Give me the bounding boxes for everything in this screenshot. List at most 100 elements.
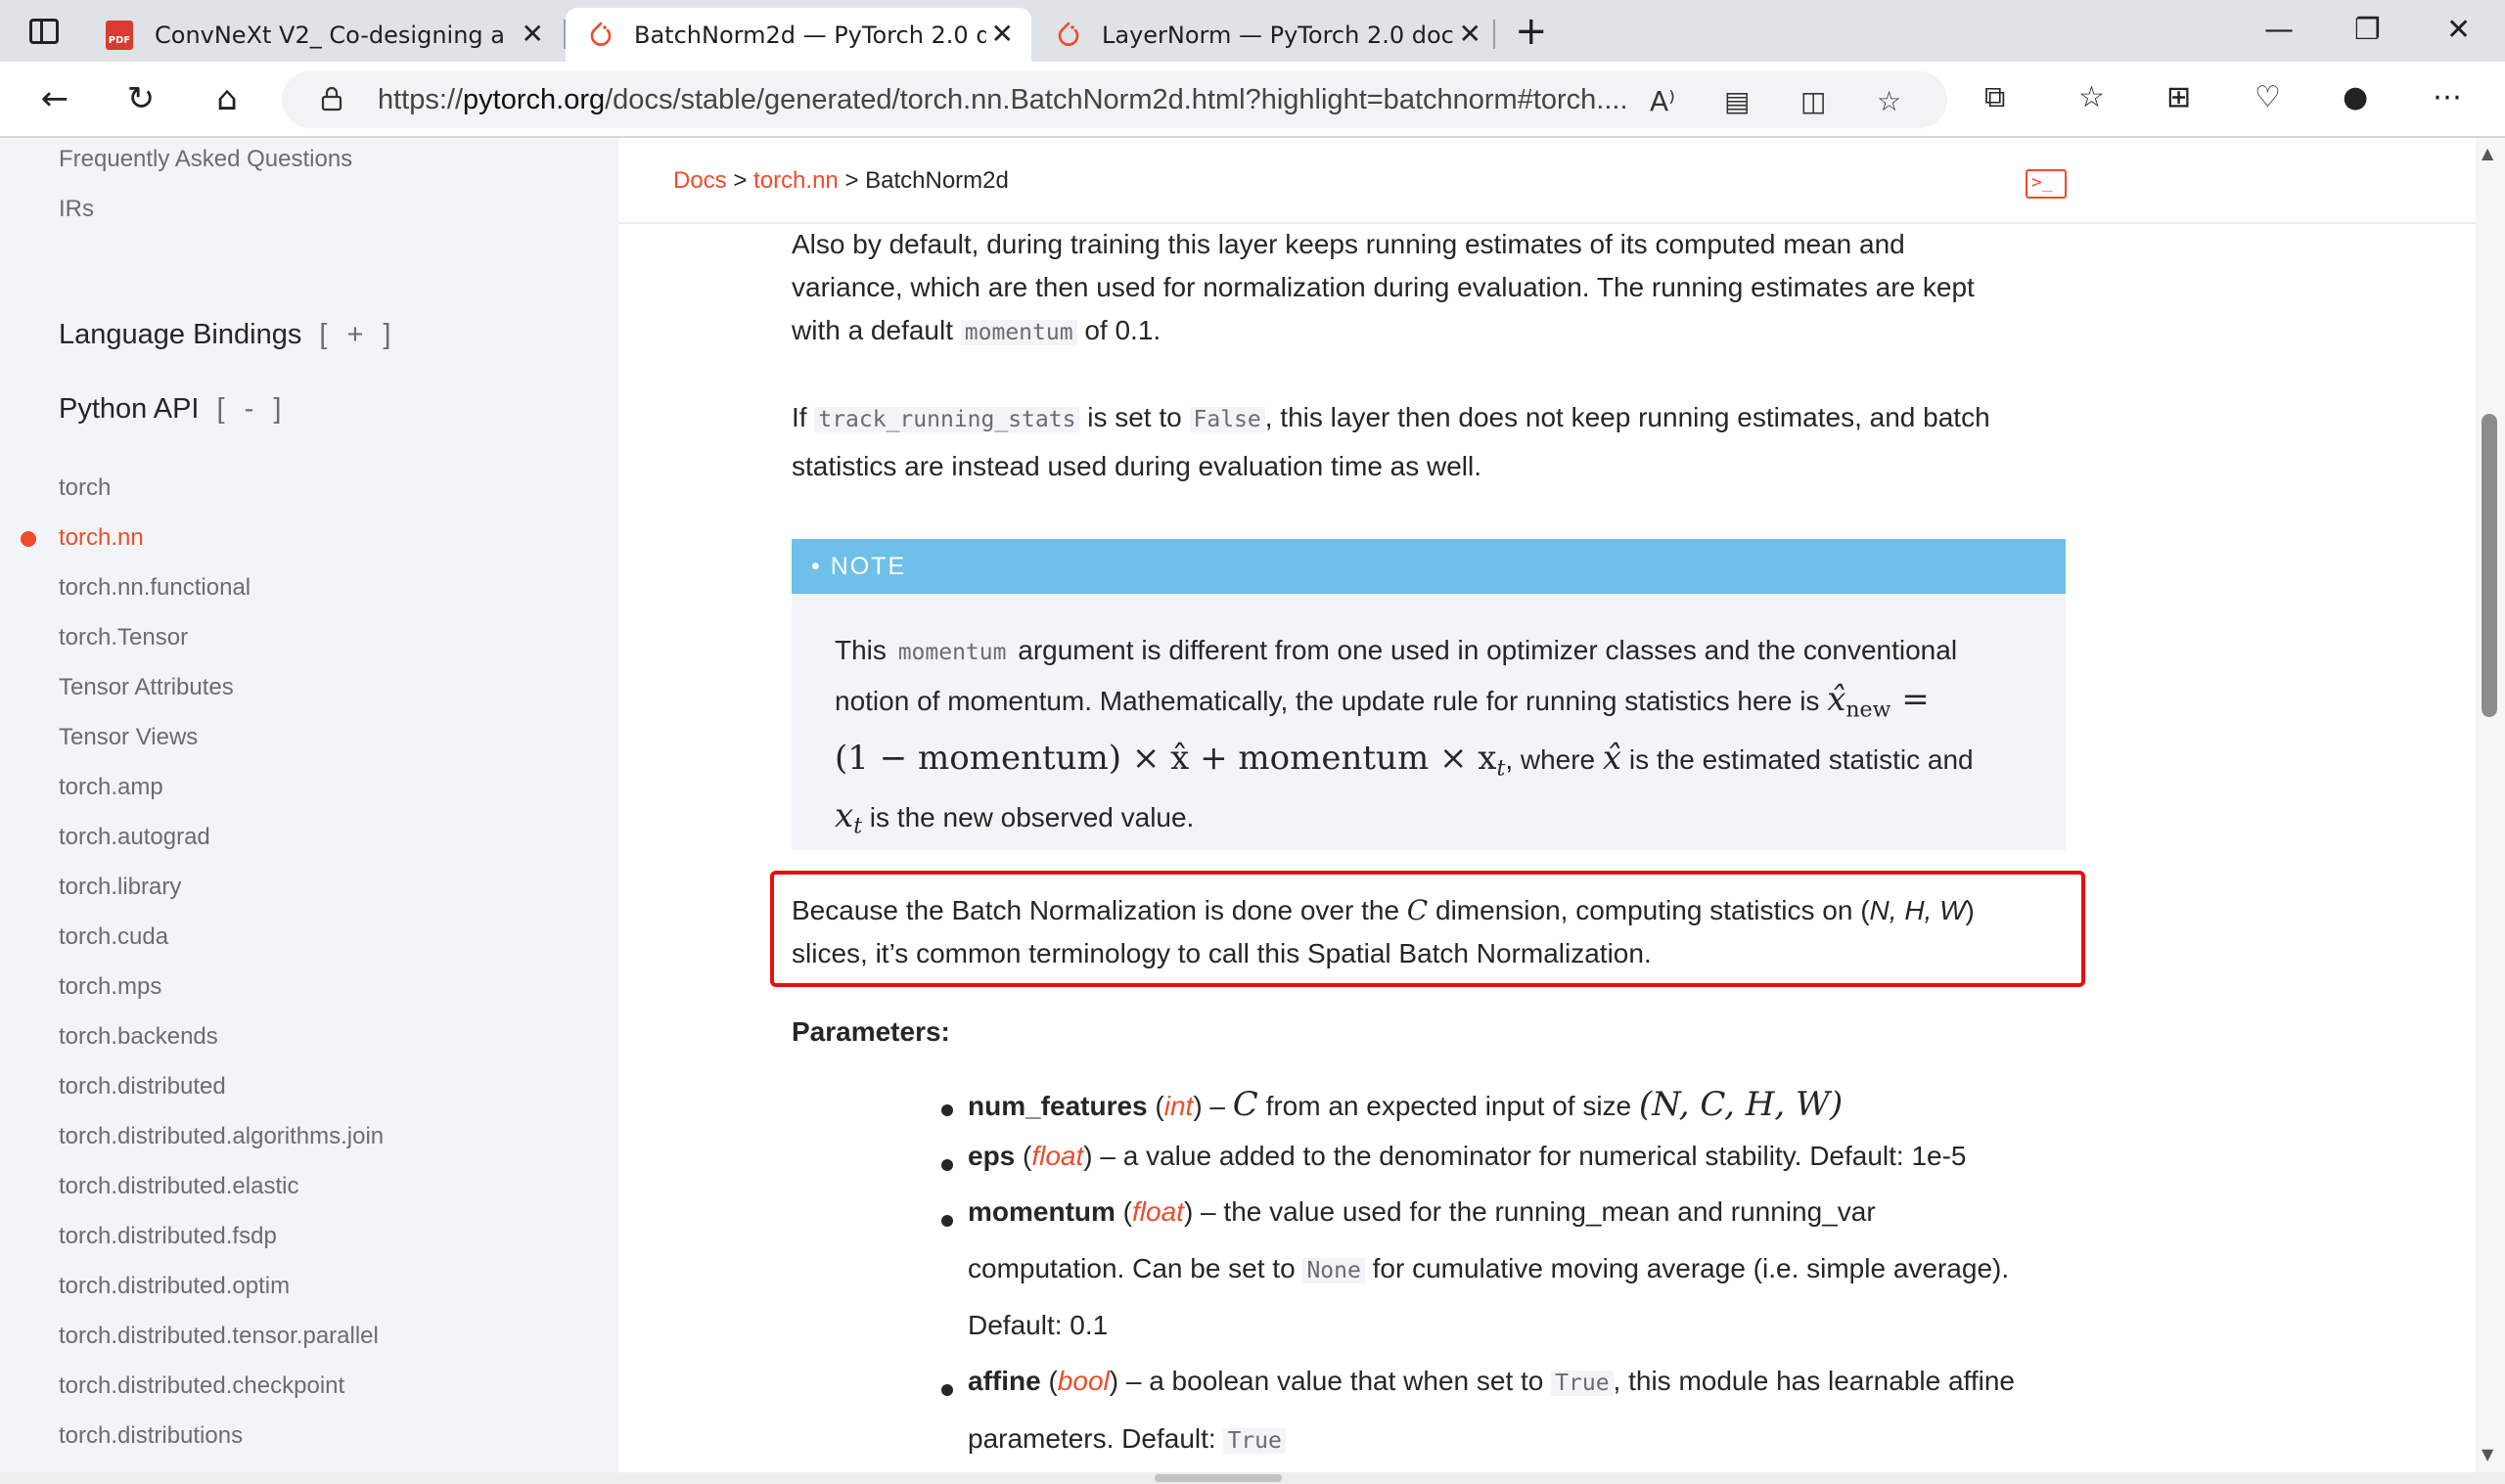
terminal-icon[interactable]: >_ bbox=[2026, 169, 2067, 199]
expand-toggle[interactable]: [ + ] bbox=[319, 319, 396, 350]
lock-icon[interactable] bbox=[321, 86, 342, 112]
sidebar-link[interactable]: torch.amp bbox=[59, 774, 163, 801]
breadcrumb-current: BatchNorm2d bbox=[865, 167, 1009, 194]
immersive-reader-icon[interactable]: ▤ bbox=[1724, 85, 1750, 117]
inline-code: True bbox=[1223, 1428, 1286, 1454]
tab-layernorm[interactable]: LayerNorm — PyTorch 2.0 docum ✕ bbox=[1033, 8, 1499, 62]
sidebar-link[interactable]: torch.autograd bbox=[59, 824, 210, 851]
sidebar-link[interactable]: torch.distributed.checkpoint bbox=[59, 1372, 344, 1400]
sidebar-link[interactable]: torch bbox=[59, 474, 111, 502]
main-content: Docs > torch.nn > BatchNorm2d >_ Also by… bbox=[618, 138, 2476, 1472]
breadcrumb-torch-nn-link[interactable]: torch.nn bbox=[753, 167, 839, 194]
text: , this module has learnable affine bbox=[1613, 1366, 2015, 1396]
sidebar-link[interactable]: torch.Tensor bbox=[59, 624, 188, 652]
sidebar-section-language-bindings[interactable]: Language Bindings [ + ] bbox=[59, 319, 397, 351]
scrollbar-thumb[interactable] bbox=[1155, 1474, 1282, 1482]
read-aloud-icon[interactable]: A⁾ bbox=[1650, 85, 1675, 117]
tab-separator bbox=[1493, 20, 1495, 49]
text-line: Also by default, during training this la… bbox=[792, 229, 1905, 259]
scrollbar-thumb[interactable] bbox=[2482, 414, 2497, 717]
address-bar[interactable]: https://pytorch.org/docs/stable/generate… bbox=[282, 71, 1947, 128]
text: , this layer then does not keep running … bbox=[1264, 402, 1990, 432]
minimize-icon[interactable]: — bbox=[2264, 14, 2294, 47]
scroll-down-arrow-icon[interactable]: ▼ bbox=[2482, 1445, 2493, 1463]
sidebar-link[interactable]: torch.distributed.optim bbox=[59, 1273, 290, 1300]
math-x: x bbox=[835, 796, 854, 836]
tab-title: LayerNorm — PyTorch 2.0 docum bbox=[1102, 21, 1454, 49]
close-tab-icon[interactable]: ✕ bbox=[522, 20, 544, 49]
param-type-link[interactable]: float bbox=[1132, 1196, 1184, 1227]
sidebar-link[interactable]: torch.distributed.elastic bbox=[59, 1173, 298, 1200]
sidebar-link[interactable]: torch.backends bbox=[59, 1023, 218, 1051]
sidebar-link[interactable]: Tensor Attributes bbox=[59, 674, 234, 701]
inline-code: None bbox=[1302, 1258, 1365, 1283]
sidebar-link-active[interactable]: torch.nn bbox=[59, 524, 144, 552]
text: is set to bbox=[1079, 402, 1190, 432]
sidebar-link-irs[interactable]: IRs bbox=[59, 196, 94, 223]
sidebar-link[interactable]: torch.distributed bbox=[59, 1073, 226, 1101]
url-path: /docs/stable/generated/torch.nn.BatchNor… bbox=[605, 84, 1628, 115]
sidebar-link-faq[interactable]: Frequently Asked Questions bbox=[59, 146, 352, 173]
text-line: This momentum argument is different from… bbox=[835, 627, 2038, 676]
settings-more-icon[interactable]: ⋯ bbox=[2433, 80, 2462, 115]
breadcrumb: Docs > torch.nn > BatchNorm2d >_ bbox=[618, 138, 2476, 224]
note-body: This momentum argument is different from… bbox=[835, 627, 2038, 851]
url-host: pytorch.org bbox=[463, 84, 606, 115]
text: parameters. Default: bbox=[968, 1423, 1224, 1454]
collapse-toggle[interactable]: [ - ] bbox=[217, 393, 288, 425]
param-name: eps bbox=[968, 1141, 1016, 1171]
math-subscript: t bbox=[1496, 756, 1506, 782]
home-icon[interactable]: ⌂ bbox=[204, 75, 250, 122]
paragraph-track-running-stats: If track_running_stats is set to False, … bbox=[792, 394, 2064, 490]
sidebar-link[interactable]: torch.distributed.tensor.parallel bbox=[59, 1323, 379, 1350]
back-icon[interactable]: ← bbox=[31, 75, 78, 122]
new-tab-button[interactable]: + bbox=[1515, 12, 1548, 51]
tab-actions-icon[interactable] bbox=[29, 19, 59, 44]
highlight-box bbox=[770, 871, 2085, 987]
sidebar-link[interactable]: Tensor Views bbox=[59, 724, 198, 751]
browser-essentials-icon[interactable]: ♡ bbox=[2254, 80, 2281, 115]
tab-title: ConvNeXt V2_ Co-designing and bbox=[155, 21, 507, 49]
sidebar-link[interactable]: torch.nn.functional bbox=[59, 574, 250, 602]
text: If bbox=[792, 402, 815, 432]
sidebar-link[interactable]: torch.distributions bbox=[59, 1422, 243, 1450]
param-momentum: momentum (float) – the value used for th… bbox=[968, 1196, 1876, 1227]
param-type-link[interactable]: int bbox=[1164, 1091, 1194, 1121]
favorite-star-icon[interactable]: ☆ bbox=[1877, 85, 1901, 117]
sidebar-link[interactable]: torch.mps bbox=[59, 973, 161, 1001]
profile-avatar-icon[interactable]: ● bbox=[2343, 80, 2368, 115]
sidebar-link[interactable]: torch.library bbox=[59, 874, 181, 901]
sidebar-link[interactable]: torch.cuda bbox=[59, 923, 168, 951]
close-window-icon[interactable]: ✕ bbox=[2446, 14, 2471, 47]
param-type-link[interactable]: bool bbox=[1058, 1366, 1110, 1396]
note-header: • NOTE bbox=[792, 539, 2066, 594]
scroll-up-arrow-icon[interactable]: ▲ bbox=[2482, 144, 2493, 162]
section-title: Language Bindings bbox=[59, 319, 302, 350]
text-line: statistics are instead used during evalu… bbox=[792, 451, 1482, 481]
refresh-icon[interactable]: ↻ bbox=[117, 75, 164, 122]
param-type-link[interactable]: float bbox=[1031, 1141, 1083, 1171]
text-line: with a default momentum of 0.1. bbox=[792, 309, 2064, 354]
collections-icon[interactable]: ⊞ bbox=[2166, 80, 2191, 115]
sidebar-link[interactable]: torch.distributed.algorithms.join bbox=[59, 1123, 384, 1150]
url-text[interactable]: https://pytorch.org/docs/stable/generate… bbox=[378, 84, 1628, 116]
extensions-icon[interactable]: ⧉ bbox=[1984, 80, 2005, 115]
param-num-features: num_features (int) – C from an expected … bbox=[968, 1085, 1844, 1124]
tab-batchnorm2d[interactable]: BatchNorm2d — PyTorch 2.0 doc ✕ bbox=[566, 8, 1031, 62]
breadcrumb-docs-link[interactable]: Docs bbox=[673, 167, 727, 194]
close-tab-icon[interactable]: ✕ bbox=[1459, 20, 1481, 49]
tab-convnext-pdf[interactable]: PDF ConvNeXt V2_ Co-designing and ✕ bbox=[82, 8, 562, 62]
breadcrumb-text: Docs > torch.nn > BatchNorm2d bbox=[673, 167, 1009, 195]
text: computation. Can be set to bbox=[968, 1253, 1303, 1283]
math-subscript: new bbox=[1845, 697, 1891, 723]
close-tab-icon[interactable]: ✕ bbox=[991, 20, 1014, 49]
sidebar-link[interactable]: torch.distributed.fsdp bbox=[59, 1223, 277, 1250]
vertical-scrollbar[interactable]: ▲ ▼ bbox=[2476, 138, 2505, 1472]
horizontal-scrollbar[interactable] bbox=[0, 1472, 2505, 1484]
split-screen-icon[interactable]: ◫ bbox=[1800, 85, 1826, 117]
favorites-icon[interactable]: ☆ bbox=[2078, 80, 2105, 115]
sidebar-section-python-api[interactable]: Python API [ - ] bbox=[59, 393, 287, 426]
docs-sidebar: Frequently Asked Questions IRs Language … bbox=[0, 138, 618, 1472]
restore-icon[interactable]: ❐ bbox=[2354, 14, 2381, 47]
inline-code: momentum bbox=[893, 640, 1011, 665]
